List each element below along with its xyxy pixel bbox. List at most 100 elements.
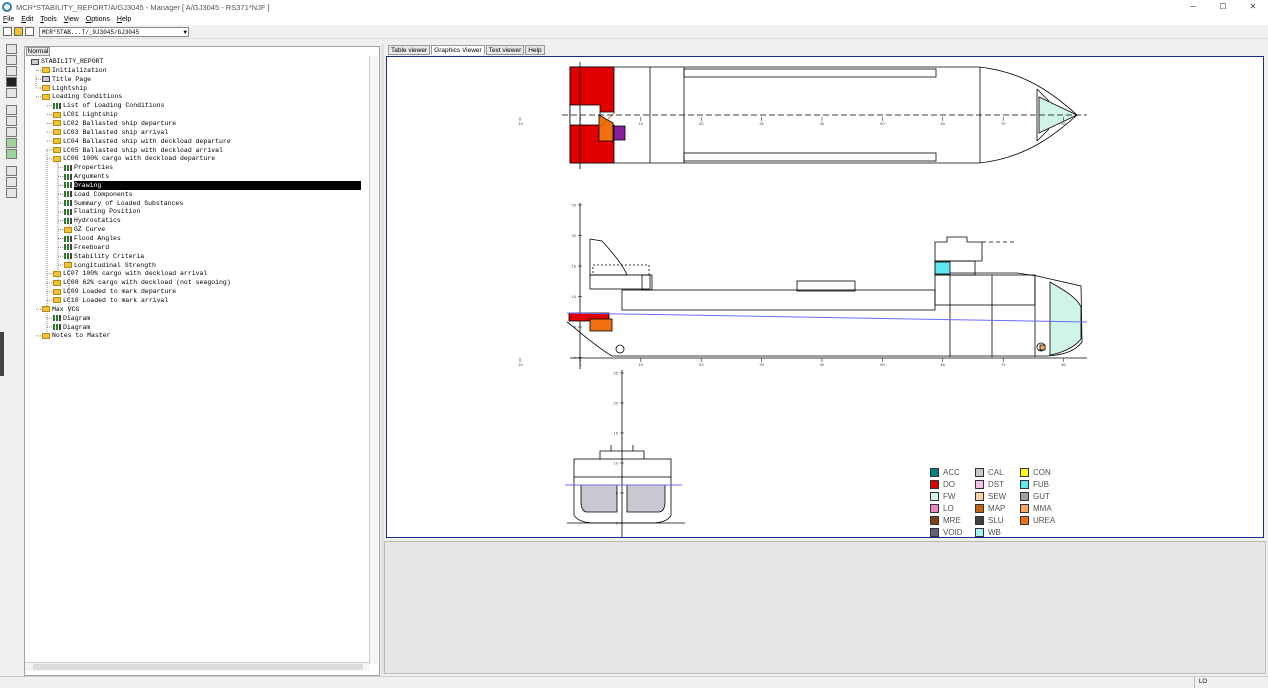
profile-tick-label: -10 bbox=[517, 362, 524, 367]
report-icon bbox=[53, 315, 61, 322]
chart-icon[interactable] bbox=[5, 55, 17, 65]
tree-node-label: LC07 100% cargo with deckload arrival bbox=[63, 270, 208, 278]
legend-label: DO bbox=[943, 480, 955, 489]
tree-node[interactable]: STABILITY_REPORT bbox=[31, 57, 103, 66]
folder-icon bbox=[53, 111, 61, 118]
tree-node[interactable]: LC02 Ballasted ship departure bbox=[53, 119, 176, 128]
delete-icon[interactable] bbox=[5, 127, 17, 137]
tree-node[interactable]: Summary of Loaded Substances bbox=[64, 199, 183, 208]
tree-node[interactable]: LC04 Ballasted ship with deckload depart… bbox=[53, 137, 231, 146]
report-icon bbox=[53, 102, 61, 109]
legend-item: CON bbox=[1020, 468, 1051, 477]
table-icon[interactable] bbox=[5, 66, 17, 76]
menu-help[interactable]: Help bbox=[117, 16, 131, 23]
tree-node-label: Properties bbox=[74, 164, 114, 172]
tree-node[interactable]: LC05 Ballasted ship with deckload arriva… bbox=[53, 146, 223, 155]
print-preview-icon[interactable] bbox=[5, 88, 17, 98]
tree-node[interactable]: Diagram bbox=[53, 314, 90, 323]
menu-tools[interactable]: Tools bbox=[40, 16, 56, 23]
legend-label: CON bbox=[1033, 468, 1051, 477]
tree-node[interactable]: Flood Angles bbox=[64, 234, 121, 243]
legend-label: GUT bbox=[1033, 492, 1050, 501]
legend-label: UREA bbox=[1033, 516, 1056, 525]
profile-ticks: -10 0 10 20 30 40 50 60 70 802520151050 bbox=[517, 203, 1066, 368]
tree-node[interactable]: LC09 Loaded to mark departure bbox=[53, 287, 176, 296]
list-icon[interactable] bbox=[5, 44, 17, 54]
tree-node[interactable]: Hydrostatics bbox=[64, 216, 121, 225]
menu-view[interactable]: View bbox=[64, 16, 79, 23]
tab-text-viewer[interactable]: Text viewer bbox=[485, 45, 525, 55]
tree-node[interactable]: Initialization bbox=[42, 66, 107, 75]
menu-edit[interactable]: Edit bbox=[21, 16, 33, 23]
tree-node[interactable]: GZ Curve bbox=[64, 225, 105, 234]
tree-node[interactable]: Lightship bbox=[42, 84, 87, 93]
legend-swatch bbox=[1020, 504, 1029, 513]
tree-node[interactable]: LC10 Loaded to mark arrival bbox=[53, 296, 168, 305]
tree-node[interactable]: Freeboard bbox=[64, 243, 109, 252]
tree-node-label: LC10 Loaded to mark arrival bbox=[63, 296, 169, 304]
legend-item: UREA bbox=[1020, 516, 1055, 525]
tree-node-label: Title Page bbox=[52, 75, 92, 83]
section-tick-label: 5 bbox=[616, 491, 619, 496]
tree-node[interactable]: LC06 100% cargo with deckload departure bbox=[53, 154, 215, 163]
check-all-icon[interactable] bbox=[5, 149, 17, 159]
tree-node[interactable]: LC03 Ballasted ship arrival bbox=[53, 128, 168, 137]
report-select[interactable]: MCR*STAB...T/_9J3045/GJ3045 ▼ bbox=[39, 26, 189, 37]
folder-icon bbox=[53, 270, 61, 277]
tree-node[interactable]: LC08 62% cargo with deckload (not seagoi… bbox=[53, 278, 231, 287]
tree-node[interactable]: Loading Conditions bbox=[42, 92, 122, 101]
section-tank-starboard bbox=[626, 484, 666, 513]
tree-node[interactable]: Title Page bbox=[42, 75, 91, 84]
panel-collapse-handle[interactable] bbox=[0, 332, 4, 376]
document-icon[interactable] bbox=[5, 105, 17, 115]
tree-node[interactable]: LC01 Lightship bbox=[53, 110, 118, 119]
minimize-button[interactable]: ─ bbox=[1178, 0, 1208, 14]
save-icon[interactable] bbox=[25, 27, 34, 36]
menu-options[interactable]: Options bbox=[86, 16, 110, 23]
tab-help[interactable]: Help bbox=[525, 45, 545, 55]
profile-tick-label: 30 bbox=[759, 362, 764, 367]
stop-icon[interactable] bbox=[5, 77, 17, 87]
maximize-button[interactable]: ☐ bbox=[1208, 0, 1238, 14]
tree-node[interactable]: List of Loading Conditions bbox=[53, 101, 164, 110]
zoom-icon[interactable] bbox=[5, 116, 17, 126]
viewer-tabs: Table viewer Graphics Viewer Text viewer… bbox=[388, 45, 546, 55]
refresh-icon[interactable] bbox=[5, 166, 17, 176]
print-icon[interactable] bbox=[5, 177, 17, 187]
legend-label: FW bbox=[943, 492, 956, 501]
check-icon[interactable] bbox=[5, 138, 17, 148]
tree-horizontal-scrollbar[interactable] bbox=[25, 662, 369, 671]
report-icon bbox=[64, 244, 72, 251]
folder-icon bbox=[42, 93, 50, 100]
tree-node[interactable]: Load Components bbox=[64, 190, 133, 199]
tree-node[interactable]: Floating Position bbox=[64, 207, 140, 216]
tree-node[interactable]: LC07 100% cargo with deckload arrival bbox=[53, 269, 207, 278]
section-tick-label: 25 bbox=[614, 371, 619, 376]
tree-node-label: Loading Conditions bbox=[52, 93, 123, 101]
side-toolbar bbox=[2, 44, 20, 684]
tab-table-viewer[interactable]: Table viewer bbox=[388, 45, 431, 55]
tree-node[interactable]: Longitudinal Strength bbox=[64, 261, 156, 270]
tree-node-label: LC04 Ballasted ship with deckload depart… bbox=[63, 137, 231, 145]
tree-node[interactable]: Max VCG bbox=[42, 305, 79, 314]
legend-item: MRE bbox=[930, 516, 961, 525]
tree-vertical-scrollbar[interactable] bbox=[369, 56, 378, 664]
tree-node[interactable]: Diagram bbox=[53, 323, 90, 332]
tree-node[interactable]: Properties bbox=[64, 163, 113, 172]
report-icon bbox=[64, 173, 72, 180]
tree-node[interactable]: Notes to Master bbox=[42, 331, 111, 340]
folder-icon bbox=[64, 262, 72, 269]
tree-node[interactable]: Stability Criteria bbox=[64, 252, 144, 261]
plan-tank-urea bbox=[598, 114, 614, 142]
graphics-viewer[interactable]: -10 0 10 20 30 40 50 60 70 80 -10 0 10 2… bbox=[386, 56, 1264, 538]
chevron-down-icon[interactable]: ▼ bbox=[183, 28, 187, 37]
tree-node[interactable]: Arguments bbox=[64, 172, 109, 181]
tab-graphics-viewer[interactable]: Graphics Viewer bbox=[431, 45, 485, 55]
tree-node-label: Floating Position bbox=[74, 208, 141, 216]
export-icon[interactable] bbox=[5, 188, 17, 198]
new-icon[interactable] bbox=[3, 27, 12, 36]
tree-node[interactable]: Drawing bbox=[64, 180, 362, 190]
menu-file[interactable]: File bbox=[3, 16, 14, 23]
open-folder-icon[interactable] bbox=[14, 27, 23, 36]
close-button[interactable]: ✕ bbox=[1238, 0, 1268, 14]
